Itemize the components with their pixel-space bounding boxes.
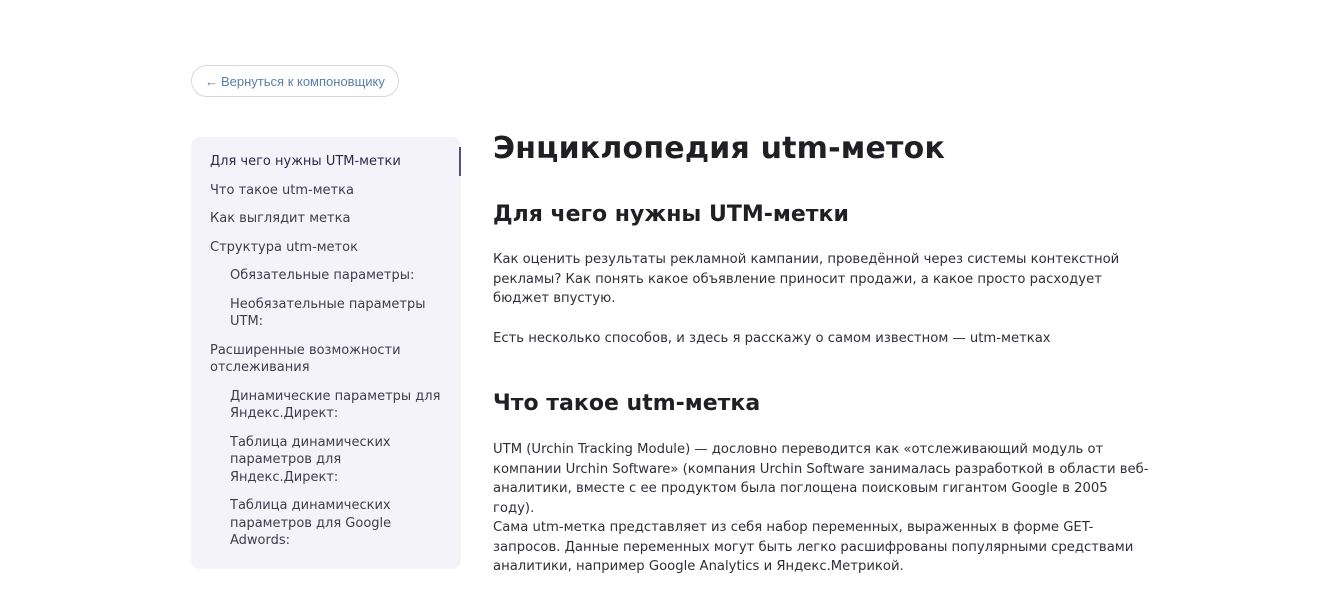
- toc-item-utm-structure[interactable]: Структура utm-меток: [191, 239, 461, 257]
- section-heading-why-utm: Для чего нужны UTM-метки: [493, 202, 849, 227]
- toc-item-yandex-dynamic-params[interactable]: Динамические параметры для Яндекс.Директ…: [191, 388, 461, 423]
- table-of-contents: Для чего нужны UTM-метки Что такое utm-м…: [191, 137, 461, 569]
- article-content: Энциклопедия utm-меток Для чего нужны UT…: [493, 128, 1153, 574]
- toc-item-yandex-params-table[interactable]: Таблица динамических параметров для Янде…: [191, 434, 461, 487]
- toc-list: Для чего нужны UTM-метки Что такое utm-м…: [191, 147, 461, 550]
- back-button-label: Вернуться к компоновщику: [221, 73, 385, 89]
- toc-item-what-is-utm[interactable]: Что такое utm-метка: [191, 182, 461, 200]
- toc-item-how-it-looks[interactable]: Как выглядит метка: [191, 210, 461, 228]
- toc-item-why-utm[interactable]: Для чего нужны UTM-метки: [191, 147, 461, 176]
- section-heading-what-is-utm: Что такое utm-метка: [493, 391, 761, 416]
- back-to-builder-button[interactable]: ← Вернуться к компоновщику: [191, 65, 399, 97]
- toc-item-optional-params[interactable]: Необязательные параметры UTM:: [191, 296, 461, 331]
- page-title: Энциклопедия utm-меток: [493, 131, 946, 166]
- toc-item-google-params-table[interactable]: Таблица динамических параметров для Goog…: [191, 497, 461, 550]
- arrow-left-icon: ←: [205, 73, 218, 89]
- toc-item-advanced-tracking[interactable]: Расширенные возможности отслеживания: [191, 342, 461, 377]
- toc-item-required-params[interactable]: Обязательные параметры:: [191, 267, 461, 285]
- page: ← Вернуться к компоновщику Для чего нужн…: [0, 0, 1332, 590]
- paragraph: Есть несколько способов, и здесь я расск…: [493, 331, 1051, 346]
- paragraph: Как оценить результаты рекламной кампани…: [493, 252, 1120, 306]
- paragraph: Сама utm-метка представляет из себя набо…: [493, 520, 1134, 574]
- paragraph: UTM (Urchin Tracking Module) — дословно …: [493, 442, 1149, 516]
